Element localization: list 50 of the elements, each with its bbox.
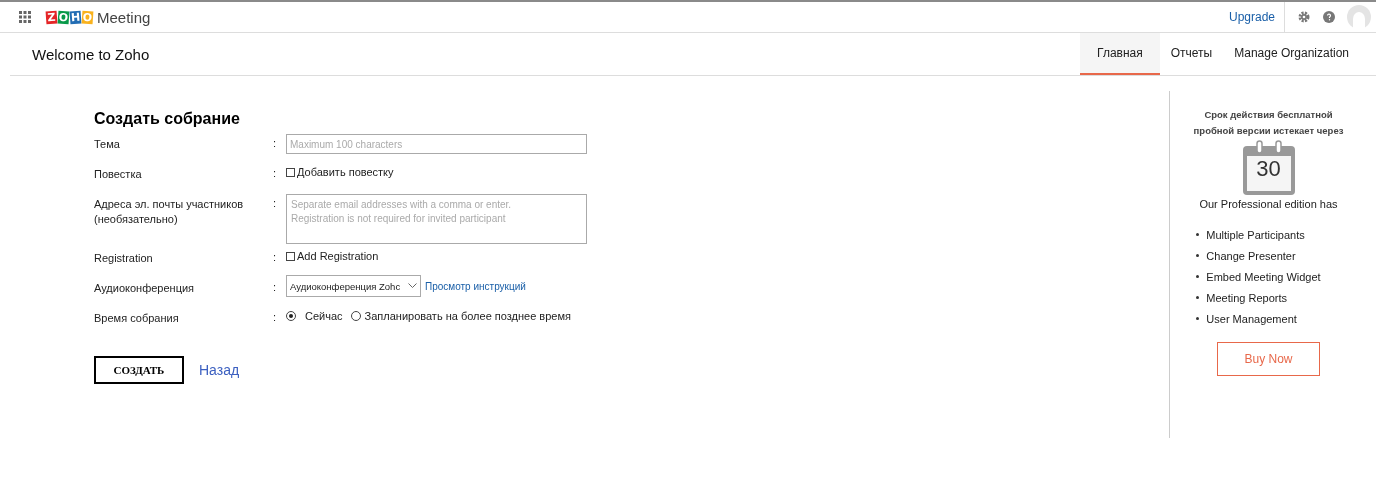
calendar-icon (1241, 140, 1296, 196)
bullet-icon (1196, 275, 1200, 278)
field-label: Время собрания (94, 311, 180, 326)
feature-item: Multiple Participants (1206, 228, 1305, 241)
feature-item: Change Presenter (1206, 249, 1296, 262)
topic-field[interactable]: Maximum 100 characters (286, 134, 587, 154)
settings-icon[interactable] (1298, 11, 1310, 23)
colon: : (273, 280, 278, 293)
field-label: Registration (94, 251, 154, 266)
bullet-icon (1196, 296, 1200, 299)
radio-label: Сейчас (305, 310, 343, 322)
colon: : (273, 250, 278, 263)
days-count: 30 (1255, 156, 1282, 182)
form-title: Создать собрание (94, 110, 241, 128)
colon: : (273, 196, 278, 209)
colon: : (273, 310, 278, 323)
feature-item: Meeting Reports (1206, 291, 1288, 304)
field-label: Тема (94, 137, 121, 152)
create-button[interactable]: СОЗДАТЬ (94, 356, 184, 384)
logo: Z O H O (46, 10, 93, 24)
field-label: Повестка (94, 167, 143, 182)
back-link[interactable]: Назад (199, 362, 240, 378)
audio-dropdown[interactable]: Аудиоконференция Zohc (286, 275, 421, 297)
app-name: Meeting (97, 8, 151, 26)
checkbox[interactable] (286, 251, 295, 261)
radio-label: Запланировать на более позднее время (364, 310, 571, 322)
instructions-link[interactable]: Просмотр инструкций (425, 281, 526, 292)
colon: : (273, 166, 278, 179)
feature-item: Embed Meeting Widget (1206, 270, 1321, 283)
checkbox[interactable] (286, 167, 295, 177)
field-label: Аудиоконференция (94, 281, 196, 296)
nav-tab[interactable]: Главная (1080, 33, 1160, 75)
nav-tab[interactable]: Manage Organization (1223, 33, 1360, 75)
colon: : (273, 136, 278, 149)
bullet-icon (1196, 254, 1200, 257)
edition-text: Our Professional edition has (1199, 198, 1338, 210)
bullet-icon (1196, 317, 1200, 320)
email-field[interactable]: Separate email addresses with a comma or enter. Registration is not required for invited participant (286, 194, 587, 244)
help-icon[interactable] (1323, 11, 1335, 23)
bullet-icon (1196, 233, 1200, 236)
app-grid-icon[interactable] (19, 11, 31, 23)
nav-tab[interactable]: Отчеты (1159, 33, 1224, 75)
checkbox-label: Добавить повестку (297, 166, 394, 178)
page-title: Welcome to Zoho (32, 45, 151, 63)
trial-heading: Срок действия бесплатной пробной версии истекает через (1192, 108, 1345, 138)
checkbox-label: Add Registration (297, 250, 379, 262)
feature-item: User Management (1206, 312, 1297, 325)
field-label: Адреса эл. почты участников (необязательно) (94, 197, 245, 227)
upgrade-link[interactable]: Upgrade (1228, 2, 1285, 32)
chevron-down-icon (408, 283, 417, 289)
